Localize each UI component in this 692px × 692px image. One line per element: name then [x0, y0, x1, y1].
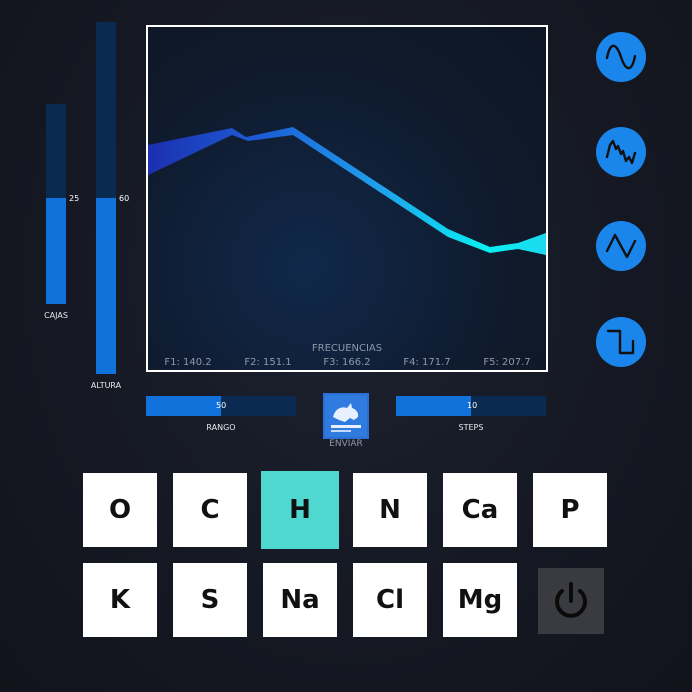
send-button[interactable] — [323, 393, 369, 439]
element-button-mg[interactable]: Mg — [443, 563, 517, 637]
element-button-na[interactable]: Na — [263, 563, 337, 637]
element-button-k[interactable]: K — [83, 563, 157, 637]
frequency-ribbon — [148, 127, 546, 255]
power-icon — [555, 582, 587, 618]
rango-label: RANGO — [206, 423, 236, 432]
steps-slider-fill — [396, 396, 471, 416]
element-button-h[interactable]: H — [261, 471, 339, 549]
element-button-s[interactable]: S — [173, 563, 247, 637]
square-wave-icon — [606, 329, 635, 355]
frequency-f4: F4: 171.7 — [403, 357, 451, 368]
frequency-f3: F3: 166.2 — [323, 357, 371, 368]
cajas-slider-fill — [46, 198, 66, 304]
frequency-ribbon-shape — [148, 127, 546, 255]
noisy-wave-icon — [605, 139, 637, 165]
element-button-p[interactable]: P — [533, 473, 607, 547]
rhino-logo-icon — [325, 395, 367, 437]
altura-slider-fill — [96, 198, 116, 374]
power-button[interactable] — [538, 568, 604, 634]
triangle-wave-icon — [605, 233, 637, 259]
element-button-c[interactable]: C — [173, 473, 247, 547]
altura-label: ALTURA — [90, 381, 122, 390]
triangle-wave-button[interactable] — [596, 221, 646, 271]
send-label: ENVIAR — [329, 439, 363, 449]
cajas-label: CAJAS — [44, 311, 68, 320]
element-button-ca[interactable]: Ca — [443, 473, 517, 547]
steps-value: 10 — [467, 401, 478, 410]
frequency-f2: F2: 151.1 — [244, 357, 292, 368]
frequency-f5: F5: 207.7 — [483, 357, 531, 368]
steps-slider[interactable]: 10 — [396, 396, 546, 416]
element-button-o[interactable]: O — [83, 473, 157, 547]
rango-slider[interactable]: 50 — [146, 396, 296, 416]
frequency-f1: F1: 140.2 — [164, 357, 212, 368]
element-button-cl[interactable]: Cl — [353, 563, 427, 637]
sine-wave-icon — [605, 44, 637, 70]
altura-slider[interactable]: 60 — [96, 22, 129, 374]
rango-value: 50 — [216, 401, 227, 410]
element-button-n[interactable]: N — [353, 473, 427, 547]
cajas-slider[interactable]: 25 — [46, 104, 79, 304]
sine-wave-button[interactable] — [596, 32, 646, 82]
rango-slider-fill — [146, 396, 221, 416]
cajas-value: 25 — [69, 194, 80, 203]
steps-label: STEPS — [458, 423, 484, 432]
noisy-wave-button[interactable] — [596, 127, 646, 177]
frequency-plot: FRECUENCIAS F1: 140.2 F2: 151.1 F3: 166.… — [146, 25, 548, 372]
frequency-title: FRECUENCIAS — [311, 343, 383, 354]
square-wave-button[interactable] — [596, 317, 646, 367]
altura-value: 60 — [119, 194, 130, 203]
